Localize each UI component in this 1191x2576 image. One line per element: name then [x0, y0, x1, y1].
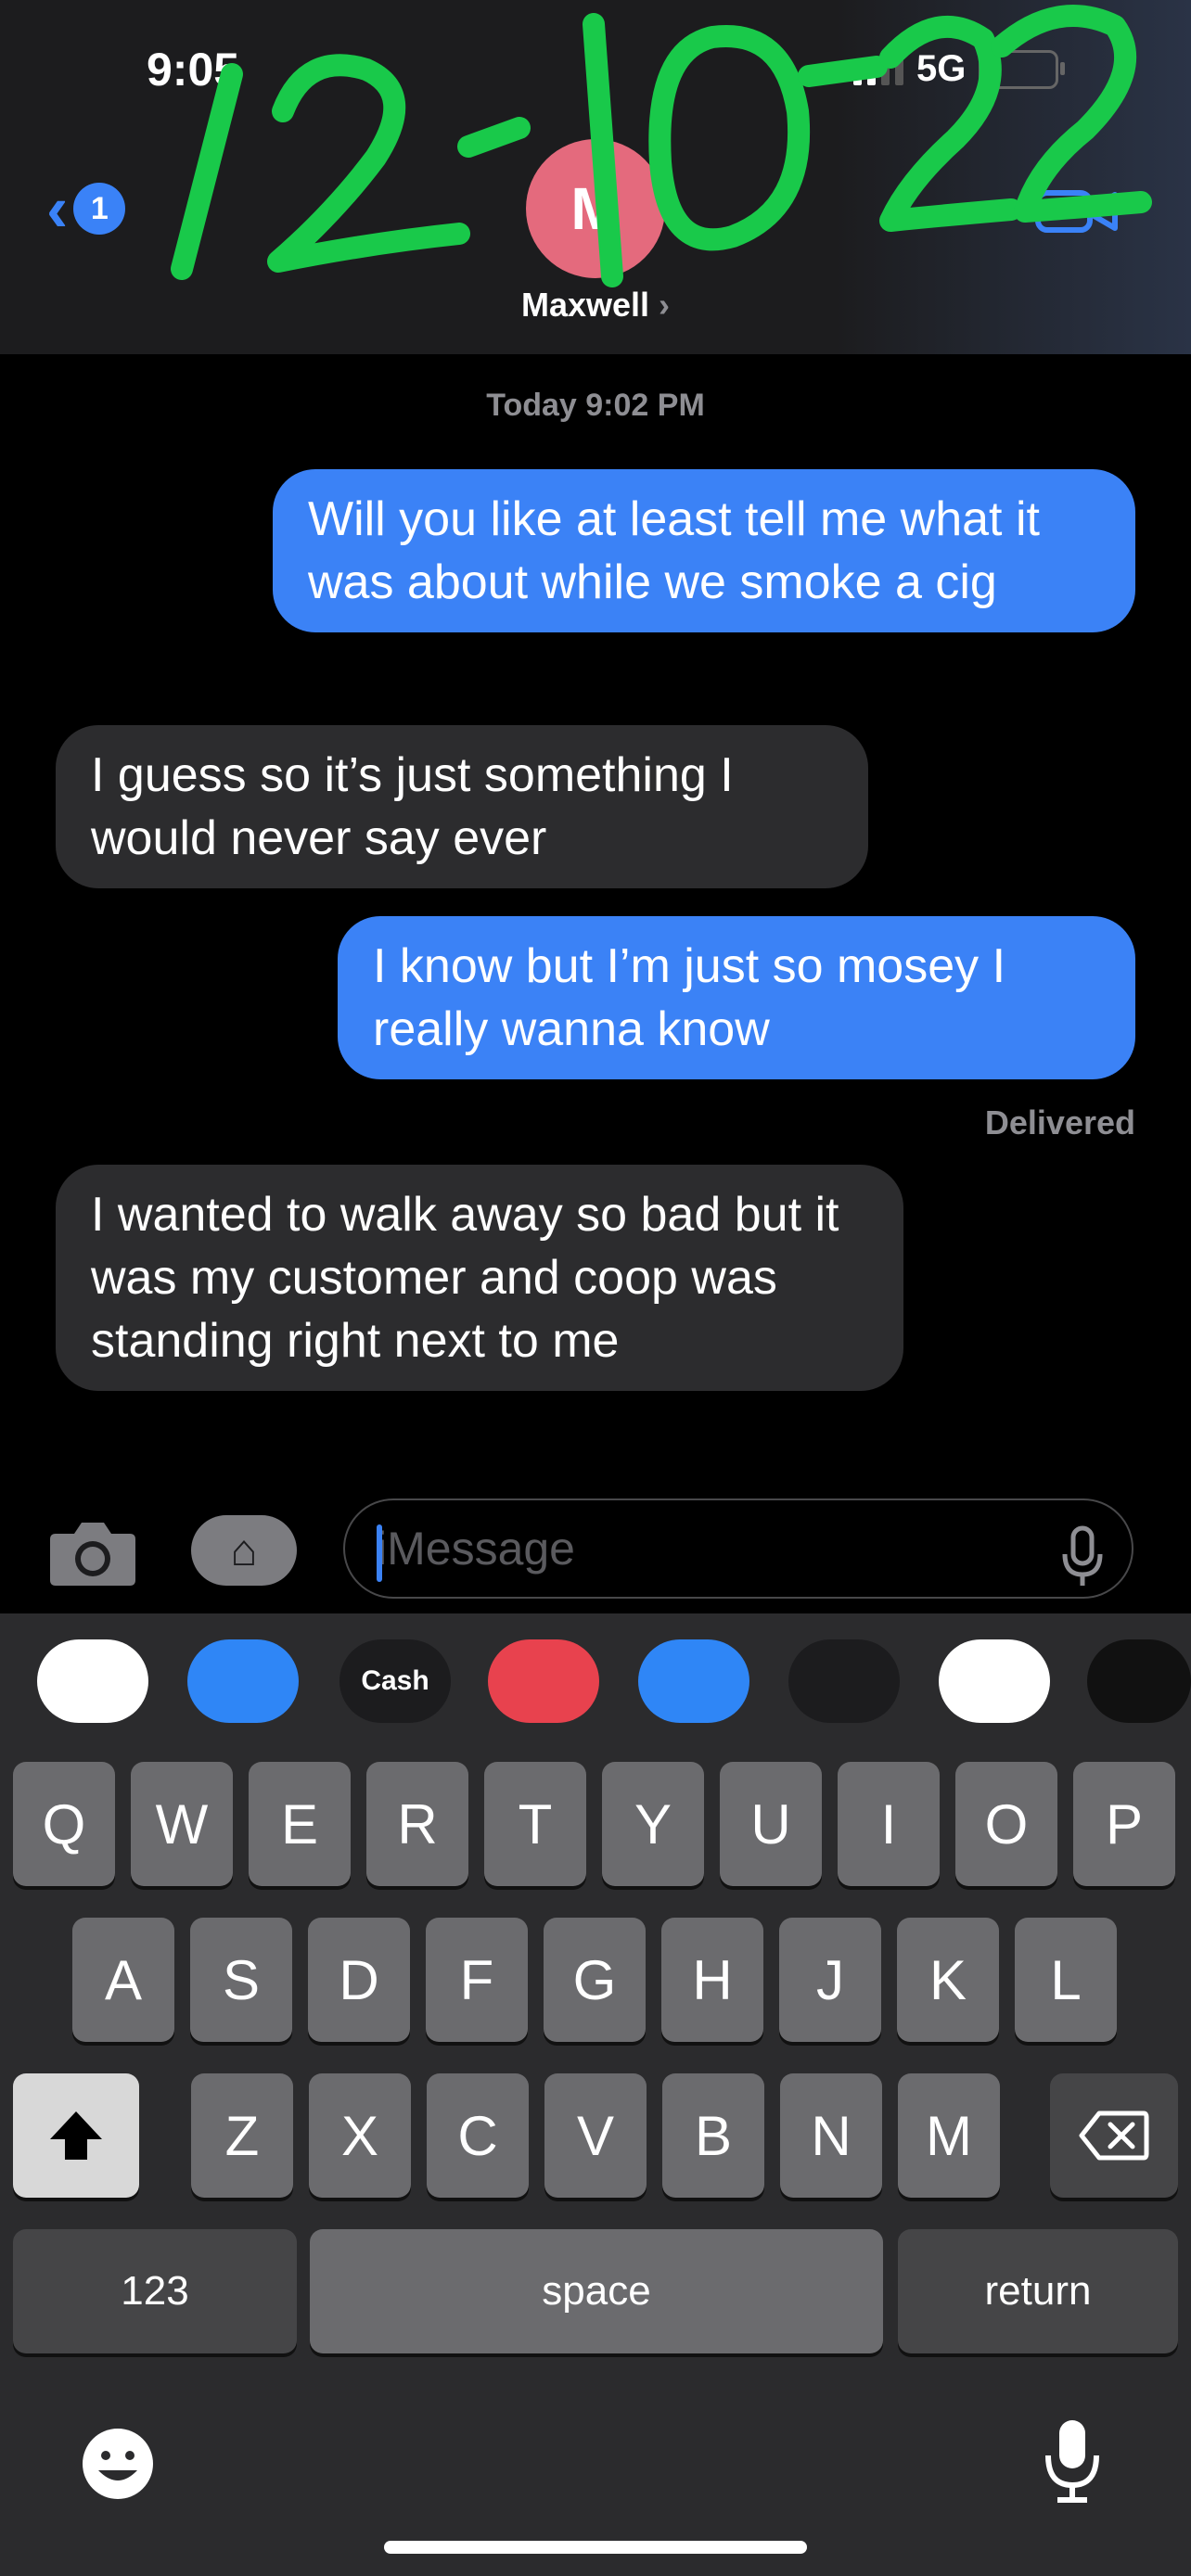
- keyboard: Cash Q W E R T Y U I O P A S D F G H J K L Z X C V B N M 123 space r…: [0, 1613, 1191, 2576]
- backspace-icon: [1079, 2111, 1149, 2161]
- key-j[interactable]: J: [779, 1918, 881, 2042]
- key-d[interactable]: D: [308, 1918, 410, 2042]
- status-indicators: 5G: [853, 48, 1066, 90]
- contact-avatar[interactable]: M: [526, 139, 665, 278]
- imessage-input[interactable]: [343, 1498, 1133, 1599]
- key-p[interactable]: P: [1073, 1762, 1175, 1886]
- app-store-icon[interactable]: ⌂: [191, 1515, 297, 1586]
- web-search-icon[interactable]: [488, 1639, 599, 1723]
- delivery-status: Delivered: [984, 1103, 1135, 1141]
- key-k[interactable]: K: [897, 1918, 999, 2042]
- key-e[interactable]: E: [249, 1762, 351, 1886]
- key-h[interactable]: H: [661, 1918, 763, 2042]
- memoji-stickers-icon[interactable]: [939, 1639, 1050, 1723]
- app-store-icon[interactable]: [187, 1639, 299, 1723]
- delete-key[interactable]: [1050, 2073, 1178, 2198]
- key-g[interactable]: G: [544, 1918, 646, 2042]
- key-s[interactable]: S: [190, 1918, 292, 2042]
- message-composer: ⌂: [0, 1484, 1191, 1613]
- key-r[interactable]: R: [366, 1762, 468, 1886]
- contact-name-button[interactable]: Maxwell ›: [0, 286, 1191, 325]
- key-t[interactable]: T: [484, 1762, 586, 1886]
- key-n[interactable]: N: [780, 2073, 882, 2198]
- text-cursor: [377, 1524, 382, 1582]
- incoming-message-bubble[interactable]: I wanted to walk away so bad but it was …: [56, 1165, 903, 1391]
- chevron-left-icon: ‹: [46, 172, 69, 245]
- digital-touch-icon[interactable]: [1087, 1639, 1191, 1723]
- app-drawer: Cash: [0, 1639, 1191, 1732]
- audio-message-icon[interactable]: [638, 1639, 749, 1723]
- chevron-right-icon: ›: [659, 286, 671, 324]
- dictation-mic-icon[interactable]: [1043, 2417, 1102, 2506]
- home-indicator[interactable]: [384, 2541, 807, 2554]
- space-key[interactable]: space: [310, 2229, 883, 2353]
- key-b[interactable]: B: [662, 2073, 764, 2198]
- key-i[interactable]: I: [838, 1762, 940, 1886]
- key-l[interactable]: L: [1015, 1918, 1117, 2042]
- dictation-mic-icon[interactable]: [1059, 1524, 1106, 1589]
- key-v[interactable]: V: [544, 2073, 647, 2198]
- key-o[interactable]: O: [955, 1762, 1057, 1886]
- key-f[interactable]: F: [426, 1918, 528, 2042]
- status-time: 9:05: [147, 44, 240, 96]
- conversation-header: 9:05 5G ‹ 1 M Maxwell ›: [0, 0, 1191, 354]
- cellular-signal-icon: [853, 53, 903, 85]
- facetime-video-icon[interactable]: [1035, 184, 1119, 236]
- key-x[interactable]: X: [309, 2073, 411, 2198]
- battery-icon: [979, 49, 1066, 89]
- key-z[interactable]: Z: [191, 2073, 293, 2198]
- photos-app-icon[interactable]: [37, 1639, 148, 1723]
- return-key[interactable]: return: [898, 2229, 1178, 2353]
- network-type: 5G: [916, 48, 967, 89]
- key-u[interactable]: U: [720, 1762, 822, 1886]
- outgoing-message-bubble[interactable]: I know but I’m just so mosey I really wa…: [338, 916, 1135, 1079]
- key-c[interactable]: C: [427, 2073, 529, 2198]
- apple-cash-label: Cash: [361, 1665, 429, 1696]
- key-y[interactable]: Y: [602, 1762, 704, 1886]
- numbers-key[interactable]: 123: [13, 2229, 297, 2353]
- key-m[interactable]: M: [898, 2073, 1000, 2198]
- apple-cash-icon[interactable]: Cash: [339, 1639, 451, 1723]
- key-q[interactable]: Q: [13, 1762, 115, 1886]
- incoming-message-bubble[interactable]: I guess so it’s just something I would n…: [56, 725, 868, 888]
- emoji-icon[interactable]: [78, 2424, 158, 2504]
- shift-icon: [50, 2111, 102, 2160]
- contact-name: Maxwell: [520, 286, 650, 324]
- key-w[interactable]: W: [131, 1762, 233, 1886]
- outgoing-message-bubble[interactable]: Will you like at least tell me what it w…: [273, 469, 1135, 632]
- conversation-timestamp: Today 9:02 PM: [486, 388, 705, 423]
- shift-key[interactable]: [13, 2073, 139, 2198]
- camera-icon[interactable]: [48, 1517, 137, 1588]
- memoji-icon[interactable]: [788, 1639, 900, 1723]
- unread-badge: 1: [73, 183, 126, 235]
- key-a[interactable]: A: [72, 1918, 174, 2042]
- back-button[interactable]: ‹ 1: [46, 172, 126, 245]
